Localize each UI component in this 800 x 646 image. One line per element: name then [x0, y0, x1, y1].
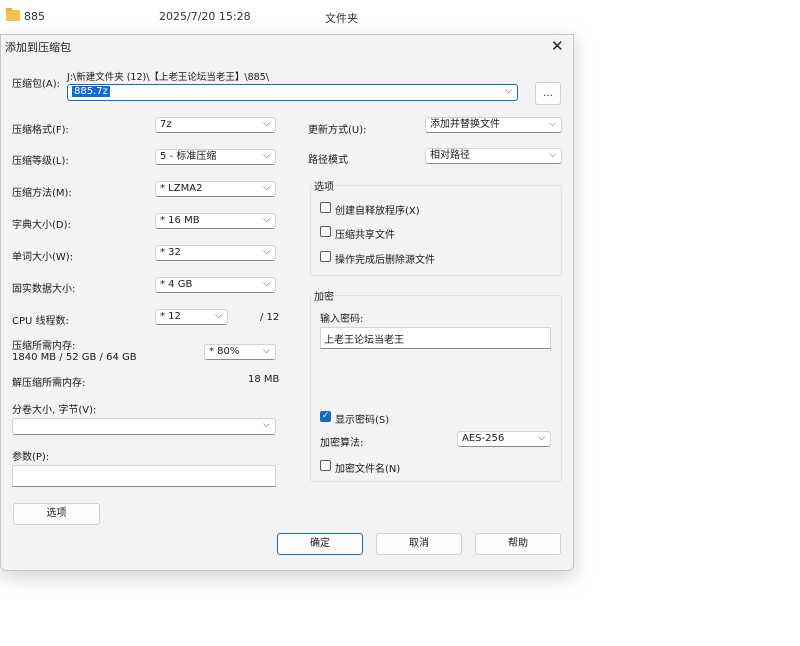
chevron-down-icon: ⌵ [263, 151, 270, 161]
dict-label: 字典大小(D): [12, 220, 71, 231]
add-to-archive-dialog: 添加到压缩包 ✕ 压缩包(A): J:\新建文件夹 (12)\【上老王论坛当老王… [0, 34, 574, 571]
delete-checkbox[interactable] [320, 251, 331, 262]
chevron-down-icon: ⌵ [505, 86, 512, 96]
chevron-down-icon: ⌵ [549, 150, 556, 160]
solid-select[interactable]: * 4 GB ⌵ [155, 277, 276, 293]
decomp-value: 18 MB [248, 374, 280, 385]
threads-select[interactable]: * 12 ⌵ [155, 309, 228, 325]
chevron-down-icon: ⌵ [215, 311, 222, 321]
archive-name-combo[interactable]: 885.7z ⌵ [67, 84, 518, 101]
archive-label: 压缩包(A): [12, 79, 61, 90]
enc-method-select[interactable]: AES-256 ⌵ [457, 431, 551, 447]
format-label: 压缩格式(F): [12, 125, 69, 136]
threads-max: / 12 [260, 312, 280, 323]
options-group-label: 选项 [312, 178, 336, 193]
chevron-down-icon: ⌵ [263, 279, 270, 289]
update-value: 添加并替换文件 [430, 119, 500, 130]
update-label: 更新方式(U): [308, 125, 367, 136]
sfx-checkbox[interactable] [320, 202, 331, 213]
update-select[interactable]: 添加并替换文件 ⌵ [425, 117, 562, 133]
word-label: 单词大小(W): [12, 252, 74, 263]
sfx-label[interactable]: 创建自释放程序(X) [335, 202, 420, 217]
explorer-row[interactable]: 885 2025/7/20 15:28 文件夹 [0, 0, 800, 34]
encryption-group-label: 加密 [312, 288, 336, 303]
params-input[interactable] [12, 465, 276, 487]
method-value: * LZMA2 [160, 183, 203, 194]
cancel-button[interactable]: 取消 [376, 533, 462, 555]
solid-label: 固实数据大小: [12, 284, 76, 295]
archive-name-value: 885.7z [72, 86, 110, 97]
word-select[interactable]: * 32 ⌵ [155, 245, 276, 261]
folder-type: 文件夹 [325, 12, 358, 25]
enc-names-checkbox[interactable] [320, 460, 331, 471]
level-select[interactable]: 5 - 标准压缩 ⌵ [155, 149, 276, 165]
format-select[interactable]: 7z ⌵ [155, 117, 276, 133]
chevron-down-icon: ⌵ [538, 433, 545, 443]
folder-date: 2025/7/20 15:28 [159, 10, 251, 23]
dict-select[interactable]: * 16 MB ⌵ [155, 213, 276, 229]
chevron-down-icon: ⌵ [263, 346, 270, 356]
enc-method-value: AES-256 [462, 433, 505, 444]
threads-value: * 12 [160, 311, 181, 322]
chevron-down-icon: ⌵ [549, 119, 556, 129]
enc-names-label[interactable]: 加密文件名(N) [335, 460, 400, 475]
archive-path: J:\新建文件夹 (12)\【上老王论坛当老王】\885\ [67, 72, 269, 83]
password-label: 输入密码: [320, 314, 364, 325]
chevron-down-icon: ⌵ [263, 420, 270, 430]
password-input[interactable]: 上老王论坛当老王 [320, 327, 551, 349]
pathmode-label: 路径模式 [308, 155, 348, 166]
volume-label: 分卷大小, 字节(V): [12, 405, 97, 416]
format-value: 7z [160, 119, 172, 130]
dict-value: * 16 MB [160, 215, 200, 226]
level-label: 压缩等级(L): [12, 156, 69, 167]
options-button[interactable]: 选项 [13, 503, 100, 525]
mem-detail: 1840 MB / 52 GB / 64 GB [12, 352, 137, 363]
params-label: 参数(P): [12, 452, 50, 463]
solid-value: * 4 GB [160, 279, 193, 290]
help-button[interactable]: 帮助 [475, 533, 561, 555]
mem-select[interactable]: * 80% ⌵ [204, 344, 276, 360]
show-password-checkbox[interactable]: ✓ [320, 411, 331, 422]
password-value: 上老王论坛当老王 [324, 335, 404, 346]
delete-label[interactable]: 操作完成后删除源文件 [335, 251, 435, 266]
decomp-label: 解压缩所需内存: [12, 378, 86, 389]
pathmode-select[interactable]: 相对路径 ⌵ [425, 148, 562, 164]
volume-select[interactable]: ⌵ [12, 418, 276, 435]
chevron-down-icon: ⌵ [263, 119, 270, 129]
mem-value: * 80% [209, 346, 240, 357]
chevron-down-icon: ⌵ [263, 183, 270, 193]
chevron-down-icon: ⌵ [263, 247, 270, 257]
shared-label[interactable]: 压缩共享文件 [335, 226, 395, 241]
shared-checkbox[interactable] [320, 226, 331, 237]
pathmode-value: 相对路径 [430, 150, 470, 161]
chevron-down-icon: ⌵ [263, 215, 270, 225]
threads-label: CPU 线程数: [12, 316, 69, 327]
method-select[interactable]: * LZMA2 ⌵ [155, 181, 276, 197]
mem-label: 压缩所需内存: [12, 341, 76, 352]
close-icon[interactable]: ✕ [551, 37, 564, 55]
level-value: 5 - 标准压缩 [160, 151, 217, 162]
word-value: * 32 [160, 247, 181, 258]
folder-name: 885 [24, 10, 45, 23]
show-password-label[interactable]: 显示密码(S) [335, 411, 389, 426]
folder-icon [6, 8, 20, 21]
method-label: 压缩方法(M): [12, 188, 72, 199]
ok-button[interactable]: 确定 [277, 533, 363, 555]
browse-button[interactable]: ... [535, 82, 561, 105]
enc-method-label: 加密算法: [320, 438, 364, 449]
dialog-title: 添加到压缩包 [5, 41, 71, 54]
